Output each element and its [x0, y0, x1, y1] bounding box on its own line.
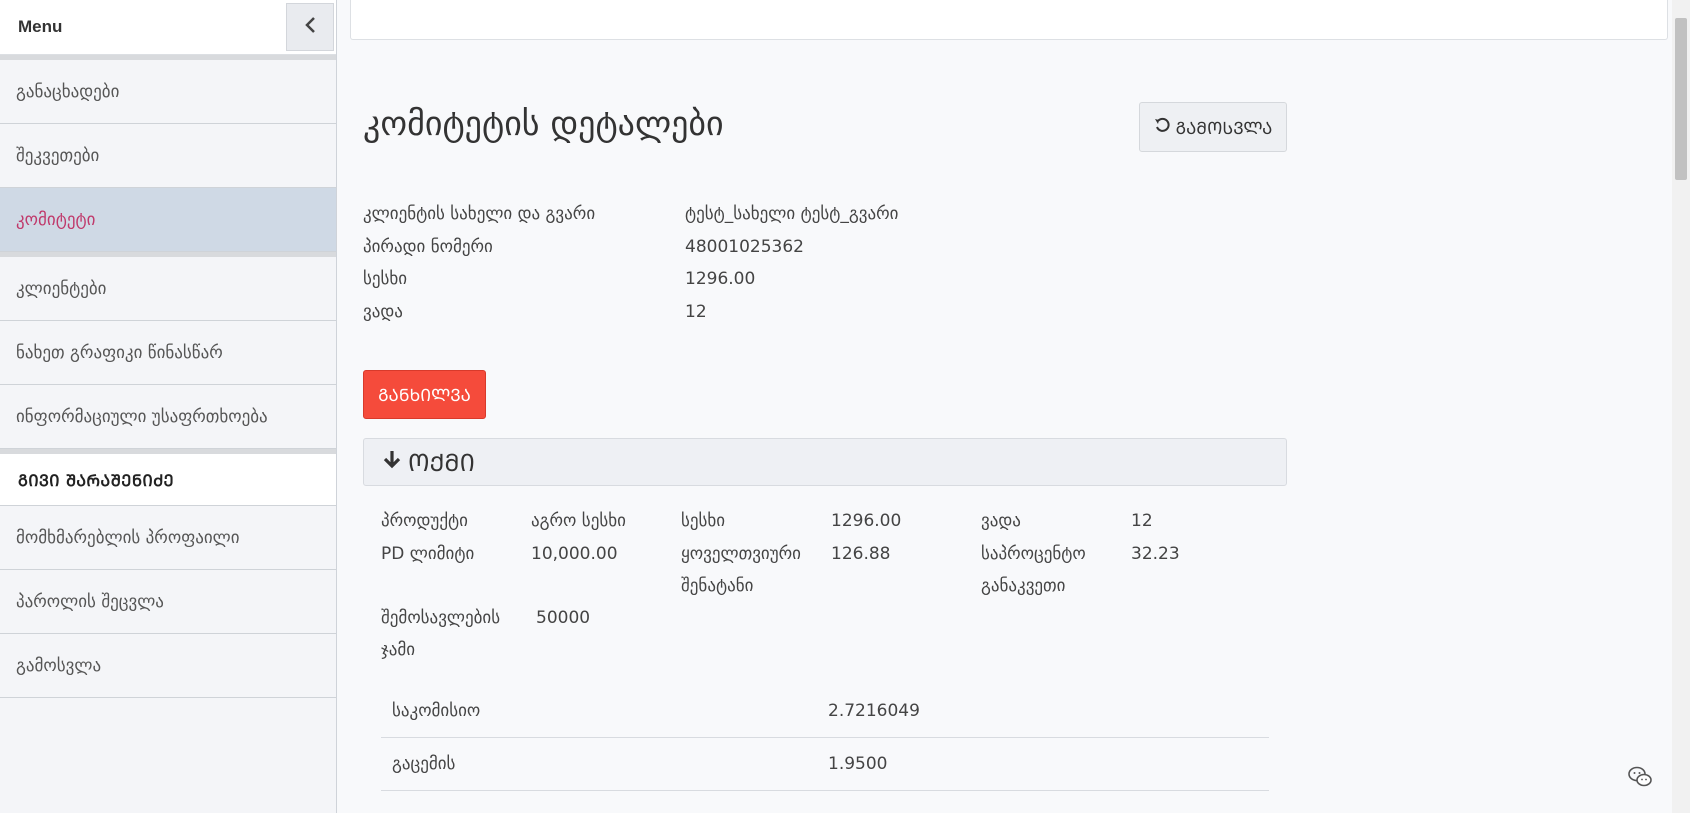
info-value: 12 — [685, 301, 707, 322]
client-info: კლიენტის სახელი და გვარი ტესტ_სახელი ტესტ… — [363, 198, 898, 328]
info-row: სესხი 1296.00 — [363, 263, 898, 296]
detail-value: აგრო სესხი — [531, 511, 626, 531]
main-content: კომიტეტის დეტალები ᲒᲐᲛᲝᲡᲕᲚᲐ კლიენტის სახ… — [338, 0, 1672, 813]
detail-label: სესხი — [681, 511, 726, 531]
info-label: პირადი ნომერი — [363, 236, 493, 257]
sidebar: Menu განაცხადები შეკვეთები კომიტეტი კლიე… — [0, 0, 337, 813]
scrollbar-thumb[interactable] — [1675, 18, 1687, 180]
sidebar-item-label: პაროლის შეცვლა — [16, 591, 164, 612]
chevron-left-icon — [304, 15, 316, 39]
sidebar-item-label: ინფორმაციული უსაფრთხოება — [16, 406, 268, 427]
sidebar-item-committee[interactable]: კომიტეტი — [0, 188, 336, 252]
sidebar-item-orders[interactable]: შეკვეთები — [0, 124, 336, 188]
fee-table: საკომისიო 2.7216049 გაცემის 1.9500 — [381, 685, 1269, 791]
loan-details-grid: პროდუქტი აგრო სესხი სესხი 1296.00 ვადა 1… — [381, 505, 1281, 666]
info-value: 1296.00 — [685, 269, 756, 290]
fee-value: 1.9500 — [828, 754, 888, 774]
sidebar-item-label: მომხმარებლის პროფაილი — [16, 527, 240, 548]
grid-row: შემოსავლების ჯამი 50000 — [381, 602, 1281, 666]
fee-label: საკომისიო — [392, 701, 481, 721]
menu-title: Menu — [18, 17, 63, 36]
info-value: 48001025362 — [685, 236, 804, 257]
detail-value: 10,000.00 — [531, 544, 618, 564]
collapse-sidebar-button[interactable] — [286, 3, 334, 51]
decline-button[interactable]: ᲒᲐᲜᲮᲘᲚᲕᲐ — [363, 370, 486, 419]
sidebar-item-label: კლიენტები — [16, 278, 107, 299]
undo-icon — [1154, 117, 1170, 138]
back-button[interactable]: ᲒᲐᲛᲝᲡᲕᲚᲐ — [1139, 102, 1287, 152]
info-row: პირადი ნომერი 48001025362 — [363, 231, 898, 264]
sidebar-item-label: კომიტეტი — [16, 209, 96, 230]
sidebar-item-info-security[interactable]: ინფორმაციული უსაფრთხოება — [0, 385, 336, 449]
detail-label: პროდუქტი — [381, 511, 468, 531]
panel-title: ᲝᲥᲛᲘ — [408, 448, 475, 477]
detail-value: 32.23 — [1131, 544, 1180, 564]
detail-value: 12 — [1131, 511, 1153, 531]
sidebar-item-logout[interactable]: გამოსვლა — [0, 634, 336, 698]
sidebar-item-label: განაცხადები — [16, 81, 120, 102]
info-row: კლიენტის სახელი და გვარი ტესტ_სახელი ტესტ… — [363, 198, 898, 231]
sidebar-header: Menu — [0, 0, 336, 55]
sidebar-item-label: გამოსვლა — [16, 655, 102, 676]
detail-label: ყოველთვიური შენატანი — [681, 544, 801, 596]
info-row: ვადა 12 — [363, 296, 898, 329]
panel-header[interactable]: ᲝᲥᲛᲘ — [363, 438, 1287, 486]
info-value: ტესტ_სახელი ტესტ_გვარი — [685, 204, 899, 225]
detail-label: ვადა — [981, 511, 1021, 531]
detail-value: 1296.00 — [831, 511, 902, 531]
sidebar-item-change-password[interactable]: პაროლის შეცვლა — [0, 570, 336, 634]
wechat-icon[interactable] — [1628, 766, 1652, 788]
page-scrollbar[interactable] — [1672, 0, 1690, 813]
info-label: კლიენტის სახელი და გვარი — [363, 204, 596, 225]
fee-label: გაცემის — [392, 754, 456, 774]
sidebar-group-title: ᲒᲘᲕᲘ ᲨᲐᲠᲐᲨᲔᲜᲘᲫᲔ — [0, 454, 336, 506]
info-label: ვადა — [363, 301, 403, 322]
sidebar-item-label: ნახეთ გრაფიკი წინასწარ — [16, 342, 223, 363]
info-label: სესხი — [363, 269, 408, 290]
sidebar-item-applications[interactable]: განაცხადები — [0, 60, 336, 124]
arrow-down-icon — [382, 449, 402, 475]
sidebar-item-label: შეკვეთები — [16, 145, 100, 166]
table-row: საკომისიო 2.7216049 — [381, 685, 1269, 738]
detail-label: PD ლიმიტი — [381, 544, 475, 564]
sidebar-item-profile[interactable]: მომხმარებლის პროფაილი — [0, 506, 336, 570]
grid-row: პროდუქტი აგრო სესხი სესხი 1296.00 ვადა 1… — [381, 505, 1281, 538]
page-title: კომიტეტის დეტალები — [363, 104, 724, 144]
detail-label: შემოსავლების ჯამი — [381, 608, 501, 660]
grid-row: PD ლიმიტი 10,000.00 ყოველთვიური შენატანი… — [381, 538, 1281, 602]
table-row: გაცემის 1.9500 — [381, 738, 1269, 791]
sidebar-item-clients[interactable]: კლიენტები — [0, 257, 336, 321]
top-bar — [350, 0, 1668, 40]
detail-value: 50000 — [536, 608, 591, 628]
fee-value: 2.7216049 — [828, 701, 920, 721]
back-button-label: ᲒᲐᲛᲝᲡᲕᲚᲐ — [1175, 118, 1273, 139]
detail-value: 126.88 — [831, 544, 891, 564]
detail-label: საპროცენტო განაკვეთი — [981, 544, 1086, 596]
sidebar-item-schedule[interactable]: ნახეთ გრაფიკი წინასწარ — [0, 321, 336, 385]
